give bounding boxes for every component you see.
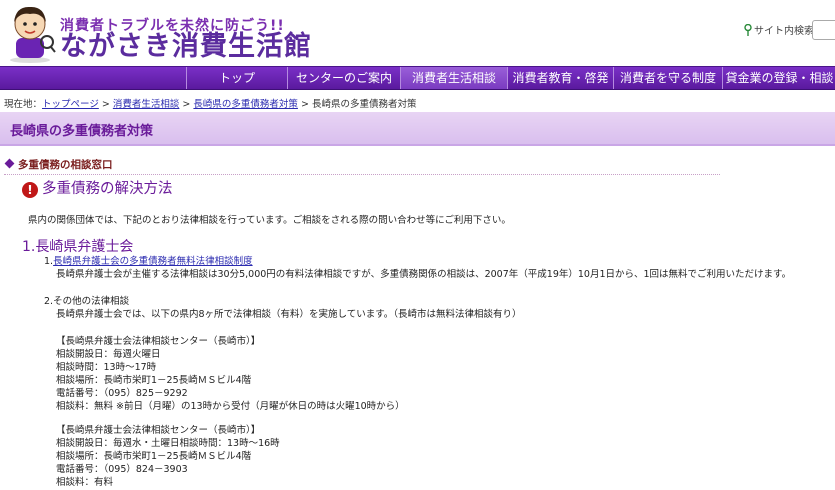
site-search-label: サイト内検索 xyxy=(744,22,814,37)
nav-item-consumer-education[interactable]: 消費者教育・啓発 xyxy=(507,67,613,89)
nav-item-top[interactable]: トップ xyxy=(186,67,287,89)
subsection-title: ! 多重債務の解決方法 xyxy=(22,177,173,198)
search-label-text: サイト内検索 xyxy=(754,26,814,37)
center1-name: 【長崎県弁護士会法律相談センター（長崎市）】 xyxy=(56,336,261,347)
center1-hours: 相談時間：13時～17時 xyxy=(56,362,157,373)
center2-days-hours: 相談開設日：毎週水・土曜日相談時間：13時～16時 xyxy=(56,438,280,449)
subsection-title-text: 多重債務の解決方法 xyxy=(42,181,173,197)
site-search-input[interactable] xyxy=(812,20,835,40)
site-logo-text[interactable]: ながさき消費生活館 xyxy=(60,31,312,63)
site-header: 消費者トラブルを未然に防ごう!! ながさき消費生活館 サイト内検索 xyxy=(0,0,835,66)
nav-item-protection-system[interactable]: 消費者を守る制度 xyxy=(613,67,722,89)
center1-days: 相談開設日：毎週火曜日 xyxy=(56,349,161,360)
center2-place: 相談場所：長崎市栄町1－25長崎ＭＳビル4階 xyxy=(56,451,252,462)
nav-item-consumer-consultation[interactable]: 消費者生活相談 xyxy=(400,67,507,89)
breadcrumb-current: 長崎県の多重債務者対策 xyxy=(311,99,417,110)
breadcrumb-link-top[interactable]: トップページ xyxy=(42,99,99,110)
search-pin-icon xyxy=(744,24,752,36)
breadcrumb-separator: > xyxy=(101,99,110,110)
section-heading-text: 多重債務の相談窓口 xyxy=(18,159,113,171)
item1-description: 長崎県弁護士会が主催する法律相談は30分5,000円の有料法律相談ですが、多重債… xyxy=(56,269,792,280)
exclamation-icon: ! xyxy=(22,182,38,198)
breadcrumb-link-multiple-debt[interactable]: 長崎県の多重債務者対策 xyxy=(193,99,298,110)
mascot-logo-icon[interactable] xyxy=(4,2,56,64)
center2-fee: 相談料：有料 xyxy=(56,477,114,488)
center1-fee: 相談料：無料 ※前日（月曜）の13時から受付（月曜が休日の時は火曜10時から） xyxy=(56,401,405,412)
center1-phone: 電話番号：（095）825－9292 xyxy=(56,388,188,399)
global-nav: トップ センターのご案内 消費者生活相談 消費者教育・啓発 消費者を守る制度 貸… xyxy=(0,66,835,90)
breadcrumb-separator: > xyxy=(300,99,309,110)
section-heading: 多重債務の相談窓口 xyxy=(4,157,720,175)
center2-phone: 電話番号：（095）824－3903 xyxy=(56,464,188,475)
intro-text: 県内の関係団体では、下記のとおり法律相談を行っています。ご相談をされる際の問い合… xyxy=(28,215,511,226)
page-title-bar: 長崎県の多重債務者対策 xyxy=(0,112,835,146)
item1-prefix: 1. xyxy=(44,256,54,267)
breadcrumb-link-consultation[interactable]: 消費者生活相談 xyxy=(113,99,180,110)
nav-item-money-lending[interactable]: 貸金業の登録・相談 xyxy=(722,67,835,89)
page-title: 長崎県の多重債務者対策 xyxy=(10,124,154,139)
breadcrumb-prefix: 現在地： xyxy=(4,99,43,110)
item2-description: 長崎県弁護士会では、以下の県内8ヶ所で法律相談（有料）を実施しています。（長崎市… xyxy=(56,309,522,320)
center1-place: 相談場所：長崎市栄町1－25長崎ＭＳビル4階 xyxy=(56,375,252,386)
breadcrumb-separator: > xyxy=(182,99,191,110)
center2-name: 【長崎県弁護士会法律相談センター（長崎市）】 xyxy=(56,425,261,436)
item1-line: 1.長崎県弁護士会の多重債務者無料法律相談制度 xyxy=(44,253,253,267)
nav-item-center-info[interactable]: センターのご案内 xyxy=(287,67,400,89)
item2-title: 2.その他の法律相談 xyxy=(44,296,130,307)
diamond-bullet-icon xyxy=(4,158,15,169)
breadcrumb: 現在地：トップページ > 消費者生活相談 > 長崎県の多重債務者対策 > 長崎県… xyxy=(4,96,416,110)
